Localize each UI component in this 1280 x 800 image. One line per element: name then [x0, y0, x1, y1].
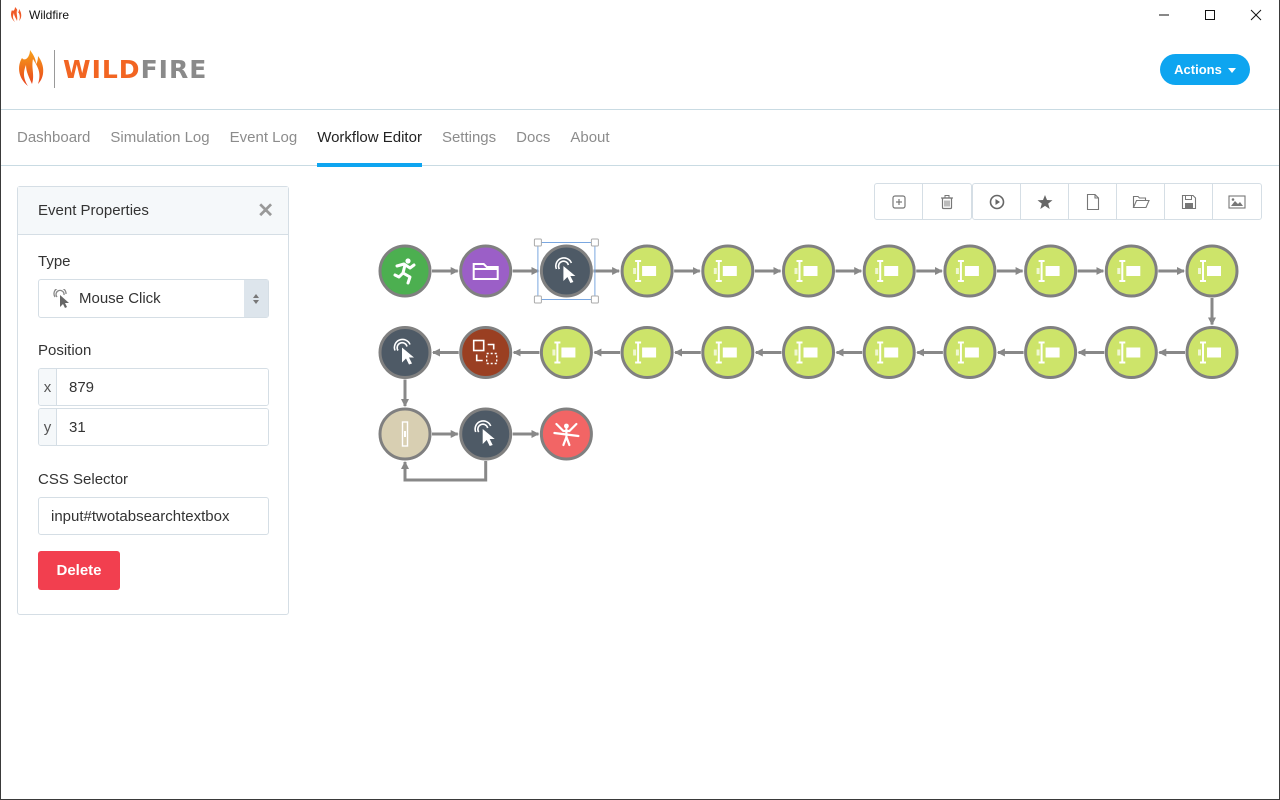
workflow-node-input[interactable]	[1024, 326, 1078, 379]
css-selector-label: CSS Selector	[38, 471, 129, 488]
mouse-click-icon	[53, 288, 69, 308]
position-x-group: x	[38, 368, 269, 406]
window-title: Wildfire	[29, 8, 70, 22]
tab-event-log[interactable]: Event Log	[230, 111, 298, 166]
workflow-node-input[interactable]	[782, 326, 835, 379]
actions-dropdown-button[interactable]: Actions	[1160, 54, 1250, 85]
wildfire-app-icon	[11, 7, 22, 22]
tab-simulation-log[interactable]: Simulation Log	[110, 111, 209, 166]
workflow-loop-edge[interactable]	[401, 461, 488, 482]
favorite-button[interactable]	[1021, 184, 1069, 219]
position-y-input[interactable]	[57, 409, 268, 445]
maximize-icon	[1205, 10, 1215, 20]
image-icon	[1228, 194, 1246, 209]
export-image-button[interactable]	[1213, 184, 1261, 219]
toolbar-group-edit	[874, 183, 972, 220]
actions-label: Actions	[1174, 62, 1222, 77]
workflow-node-open-url[interactable]	[459, 244, 513, 298]
workflow-node-input[interactable]	[701, 244, 755, 298]
workflow-canvas[interactable]	[301, 225, 1271, 525]
close-window-button[interactable]	[1233, 0, 1279, 30]
tab-docs[interactable]: Docs	[516, 111, 550, 166]
add-node-icon	[891, 194, 906, 209]
workflow-node-mouse-click[interactable]	[378, 326, 432, 379]
workflow-node-tab-change[interactable]	[459, 326, 513, 379]
workflow-node-end[interactable]	[539, 407, 593, 461]
new-file-button[interactable]	[1069, 184, 1117, 219]
logo-divider	[54, 50, 55, 88]
node-circle[interactable]	[459, 244, 513, 298]
workflow-graph[interactable]	[301, 225, 1271, 525]
maximize-button[interactable]	[1187, 0, 1233, 30]
workflow-node-input[interactable]	[1185, 326, 1239, 379]
workflow-node-input[interactable]	[1104, 326, 1158, 379]
panel-header: Event Properties ✕	[18, 187, 288, 235]
save-button[interactable]	[1165, 184, 1213, 219]
workflow-node-mouse-click[interactable]	[533, 238, 599, 304]
position-y-group: y	[38, 408, 269, 446]
tab-dashboard[interactable]: Dashboard	[17, 111, 90, 166]
resize-handle[interactable]	[533, 238, 542, 247]
event-properties-panel: Event Properties ✕ Type Mouse Click Posi…	[17, 186, 289, 615]
workflow-node-input[interactable]	[1185, 244, 1239, 298]
workflow-node-input[interactable]	[943, 244, 997, 298]
position-label: Position	[38, 342, 92, 359]
workflow-node-input[interactable]	[862, 326, 916, 379]
select-arrows-icon	[244, 280, 268, 317]
workflow-node-input[interactable]	[539, 326, 593, 379]
workflow-node-mouse-click[interactable]	[459, 407, 513, 461]
delete-button[interactable]: Delete	[38, 551, 120, 590]
trash-icon	[941, 194, 953, 209]
wildfire-logo: WILD FIRE	[16, 50, 207, 88]
open-button[interactable]	[1117, 184, 1165, 219]
panel-title: Event Properties	[38, 202, 149, 219]
close-icon	[1250, 9, 1262, 21]
tab-about[interactable]: About	[570, 111, 609, 166]
workflow-node-start[interactable]	[378, 244, 432, 298]
new-file-icon	[1086, 193, 1099, 210]
run-button[interactable]	[973, 184, 1021, 219]
workflow-node-input[interactable]	[620, 244, 674, 298]
x-addon: x	[39, 369, 57, 405]
y-addon: y	[39, 409, 57, 445]
app-header: WILD FIRE Actions	[1, 30, 1279, 110]
toolbar-group-file	[972, 183, 1262, 220]
save-icon	[1181, 194, 1196, 209]
workflow-node-input[interactable]	[620, 326, 674, 379]
tab-settings[interactable]: Settings	[442, 111, 496, 166]
minimize-button[interactable]	[1141, 0, 1187, 30]
css-selector-input[interactable]	[38, 497, 269, 535]
workflow-node-input[interactable]	[943, 326, 997, 379]
position-x-input[interactable]	[57, 369, 268, 405]
tab-workflow-editor[interactable]: Workflow Editor	[317, 111, 422, 167]
resize-handle[interactable]	[590, 238, 599, 247]
event-type-value: Mouse Click	[79, 290, 161, 307]
close-icon[interactable]: ✕	[257, 201, 274, 221]
event-type-select[interactable]: Mouse Click	[38, 279, 269, 318]
node-circle[interactable]	[459, 326, 513, 379]
resize-handle[interactable]	[533, 295, 542, 304]
type-label: Type	[38, 253, 71, 270]
logo-text-fire: FIRE	[140, 54, 208, 84]
add-node-button[interactable]	[875, 184, 923, 219]
minimize-icon	[1159, 14, 1169, 16]
caret-down-icon	[1227, 68, 1236, 73]
main-nav: Dashboard Simulation Log Event Log Workf…	[1, 111, 1279, 167]
logo-text-wild: WILD	[63, 54, 141, 84]
open-folder-icon	[1132, 195, 1150, 208]
workflow-node-scroll[interactable]	[378, 407, 432, 461]
workflow-node-input[interactable]	[1024, 244, 1078, 298]
star-icon	[1037, 194, 1052, 209]
workflow-node-input[interactable]	[701, 326, 755, 379]
workflow-node-input[interactable]	[1104, 244, 1158, 298]
play-icon	[989, 194, 1004, 209]
workflow-node-input[interactable]	[862, 244, 916, 298]
delete-node-button[interactable]	[923, 184, 971, 219]
window-titlebar: Wildfire	[1, 0, 1279, 30]
resize-handle[interactable]	[590, 295, 599, 304]
flame-logo-icon	[19, 50, 44, 86]
workflow-node-input[interactable]	[782, 244, 835, 298]
